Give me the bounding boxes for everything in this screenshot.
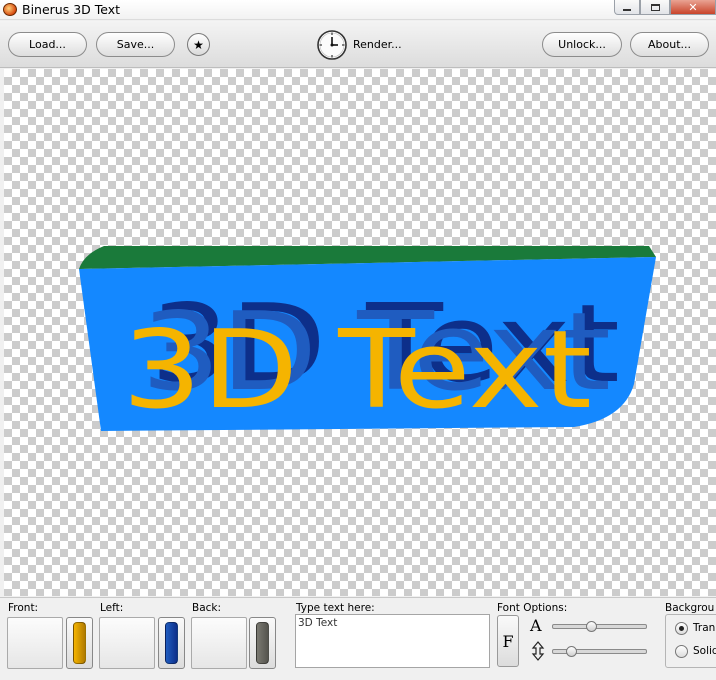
text-front-face: 3D Text — [122, 308, 592, 433]
close-button[interactable]: ✕ — [670, 0, 716, 15]
solid-radio[interactable] — [675, 645, 688, 658]
maximize-button[interactable] — [640, 0, 670, 15]
favorite-button[interactable]: ★ — [187, 33, 210, 56]
text-input[interactable] — [295, 614, 490, 668]
depth-arrows-icon — [531, 641, 545, 661]
font-button[interactable]: F — [497, 615, 519, 667]
type-text-label: Type text here: — [296, 602, 375, 614]
load-button[interactable]: Load... — [8, 32, 87, 57]
save-button[interactable]: Save... — [96, 32, 175, 57]
toolbar: Load... Save... ★ Render... Unlock... Ab… — [0, 21, 716, 68]
left-texture-swatch[interactable] — [99, 617, 155, 669]
app-logo-icon — [3, 3, 17, 16]
left-color-button[interactable] — [158, 617, 185, 669]
minimize-icon — [623, 8, 631, 11]
transparent-label[interactable]: Tran — [693, 622, 715, 634]
front-texture-swatch[interactable] — [7, 617, 63, 669]
about-button[interactable]: About... — [630, 32, 709, 57]
front-color-button[interactable] — [66, 617, 93, 669]
close-icon: ✕ — [688, 0, 698, 14]
solid-label[interactable]: Solid — [693, 645, 716, 657]
render-button[interactable]: Render... — [353, 38, 402, 51]
transparent-radio[interactable] — [675, 622, 688, 635]
clock-icon[interactable] — [316, 29, 348, 61]
maximize-icon — [650, 3, 660, 11]
options-panel: Front: Left: Back: Type text here: Font … — [0, 597, 716, 680]
background-options: Tran Solid — [665, 614, 716, 668]
back-texture-swatch[interactable] — [191, 617, 247, 669]
left-color-swatch — [165, 622, 178, 664]
depth-slider-thumb[interactable] — [566, 646, 578, 657]
back-label: Back: — [192, 602, 222, 614]
front-color-swatch — [73, 622, 86, 664]
3d-text-preview: 3D Text 3D Text 3D Text — [79, 246, 656, 433]
window-title: Binerus 3D Text — [22, 2, 121, 17]
title-bar: Binerus 3D Text ✕ — [0, 0, 716, 20]
font-size-slider-thumb[interactable] — [586, 621, 598, 632]
back-color-button[interactable] — [249, 617, 276, 669]
preview-canvas[interactable]: 3D Text 3D Text 3D Text — [4, 69, 716, 596]
star-icon: ★ — [193, 37, 204, 52]
back-color-swatch — [256, 622, 269, 664]
left-label: Left: — [100, 602, 124, 614]
font-size-slider[interactable] — [552, 624, 647, 629]
minimize-button[interactable] — [614, 0, 640, 15]
font-options-label: Font Options: — [497, 602, 568, 614]
front-label: Front: — [8, 602, 39, 614]
background-label: Backgrou — [665, 602, 715, 614]
unlock-button[interactable]: Unlock... — [542, 32, 622, 57]
font-size-icon: A — [530, 616, 542, 635]
